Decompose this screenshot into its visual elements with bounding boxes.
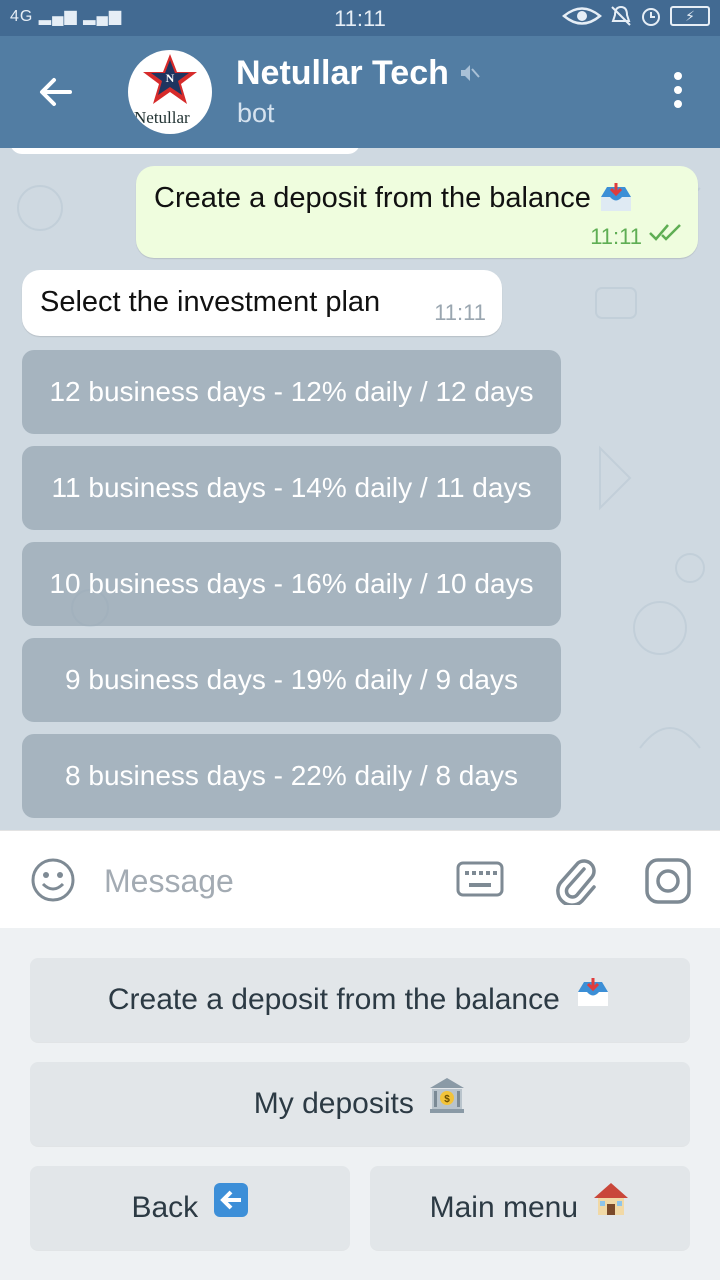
main-menu-button[interactable]: Main menu bbox=[370, 1166, 690, 1250]
inbox-tray-emoji bbox=[597, 183, 635, 215]
battery-charging-icon: ⚡ bbox=[670, 6, 710, 26]
reply-keyboard: Create a deposit from the balance My dep… bbox=[0, 928, 720, 1280]
more-vertical-icon bbox=[666, 72, 690, 108]
avatar[interactable]: N Netullar bbox=[128, 50, 212, 134]
svg-text:$: $ bbox=[444, 1094, 450, 1105]
outgoing-message[interactable]: Create a deposit from the balance 11:11 bbox=[136, 166, 698, 258]
svg-text:N: N bbox=[166, 71, 175, 85]
message-text: Select the investment plan bbox=[40, 286, 381, 318]
smile-icon[interactable] bbox=[30, 857, 76, 903]
mute-bell-icon bbox=[611, 5, 631, 26]
chat-title[interactable]: Netullar Tech bbox=[236, 54, 449, 93]
button-label: My deposits bbox=[253, 1087, 414, 1120]
camera-icon[interactable] bbox=[644, 857, 692, 905]
inline-button-plan-9[interactable]: 9 business days - 19% daily / 9 days bbox=[22, 638, 561, 722]
inline-button-plan-12[interactable]: 12 business days - 12% daily / 12 days bbox=[22, 350, 561, 434]
avatar-label: Netullar bbox=[134, 108, 190, 127]
status-icons: ⚡ bbox=[562, 5, 710, 27]
inline-button-plan-10[interactable]: 10 business days - 16% daily / 10 days bbox=[22, 542, 561, 626]
message-input[interactable] bbox=[104, 859, 424, 903]
my-deposits-button[interactable]: My deposits $ bbox=[30, 1062, 690, 1146]
message-text: Create a deposit from the balance bbox=[154, 182, 635, 215]
back-arrow-emoji bbox=[213, 1167, 249, 1251]
incoming-message[interactable]: Select the investment plan 11:11 bbox=[22, 270, 502, 336]
inline-button-plan-8[interactable]: 8 business days - 22% daily / 8 days bbox=[22, 734, 561, 818]
keyboard-icon[interactable] bbox=[456, 861, 504, 897]
eye-icon bbox=[562, 7, 602, 25]
back-button[interactable] bbox=[34, 66, 78, 118]
button-label: Main menu bbox=[429, 1191, 579, 1224]
previous-message-bubble bbox=[10, 148, 360, 154]
chat-subtitle: bot bbox=[237, 98, 275, 128]
button-label: Back bbox=[131, 1191, 199, 1224]
chat-header: N Netullar Netullar Tech bot bbox=[0, 36, 720, 148]
paperclip-icon[interactable] bbox=[554, 855, 598, 905]
message-time: 11:11 bbox=[590, 224, 642, 249]
inline-button-plan-11[interactable]: 11 business days - 14% daily / 11 days bbox=[22, 446, 561, 530]
house-emoji bbox=[592, 1167, 630, 1251]
arrow-left-icon bbox=[40, 78, 72, 106]
alarm-icon bbox=[642, 8, 660, 26]
back-keyboard-button[interactable]: Back bbox=[30, 1166, 350, 1250]
message-text-content: Create a deposit from the balance bbox=[154, 182, 591, 214]
more-menu-button[interactable] bbox=[666, 72, 690, 116]
bank-emoji: $ bbox=[428, 1063, 466, 1147]
speaker-muted-icon bbox=[458, 62, 480, 90]
chat-history[interactable]: Create a deposit from the balance 11:11 … bbox=[0, 148, 720, 830]
button-label: Create a deposit from the balance bbox=[107, 983, 560, 1016]
create-deposit-button[interactable]: Create a deposit from the balance bbox=[30, 958, 690, 1042]
message-time: 11:11 bbox=[434, 300, 486, 325]
logo-star-icon: N bbox=[143, 54, 197, 104]
inbox-tray-emoji bbox=[574, 959, 612, 1043]
read-checks-icon bbox=[648, 222, 684, 248]
message-composer bbox=[0, 830, 720, 928]
status-bar: 4G ▂▄▆ ▂▄▆ 11:11 ⚡ bbox=[0, 0, 720, 36]
